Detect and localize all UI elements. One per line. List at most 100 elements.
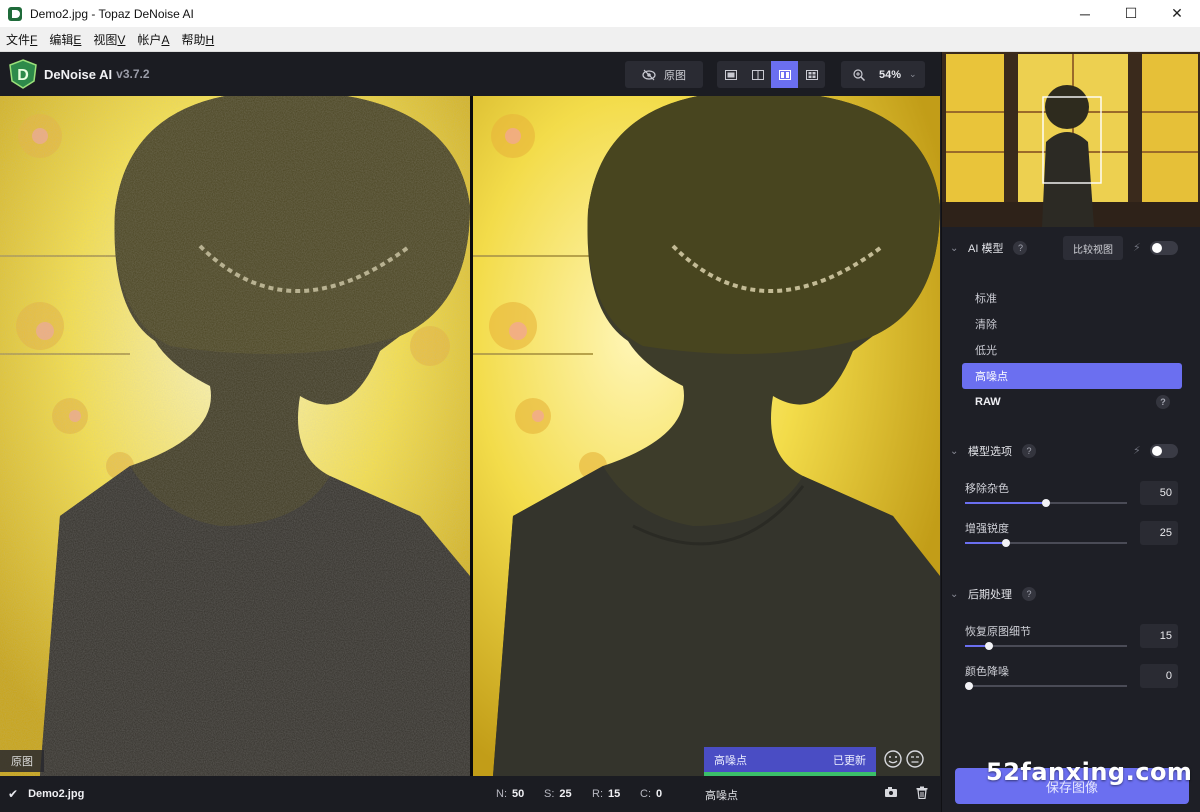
brand-version: v3.7.2: [116, 67, 150, 81]
model-item-low-light[interactable]: 低光: [962, 337, 1182, 363]
slider-fill: [965, 502, 1046, 504]
bolt-icon: ⚡: [1133, 445, 1141, 457]
recover-detail-slider[interactable]: [965, 642, 1127, 650]
status-filename: Demo2.jpg: [28, 788, 85, 800]
image-compare-area[interactable]: 原图 高噪点 已更新: [0, 96, 940, 776]
face-icons: [884, 750, 924, 768]
sharpen-slider[interactable]: [965, 539, 1127, 547]
color-noise-slider[interactable]: [965, 682, 1127, 690]
color-noise-label: 颜色降噪: [965, 666, 1009, 678]
camera-icon[interactable]: [884, 786, 898, 798]
ai-model-header[interactable]: ⌄ AI 模型 ? 比较视图 ⚡: [942, 236, 1200, 260]
zoom-value: 54%: [879, 68, 902, 81]
close-button[interactable]: ✕: [1154, 0, 1200, 27]
post-processing-header[interactable]: ⌄ 后期处理 ?: [942, 582, 1200, 606]
original-pane-label: 原图: [0, 750, 44, 772]
maximize-button[interactable]: ☐: [1108, 0, 1154, 27]
view-grid-button[interactable]: [798, 61, 825, 88]
view-side-by-side-button[interactable]: [771, 61, 798, 88]
stat-color: C: 0: [640, 788, 663, 800]
ai-model-help-icon[interactable]: ?: [1013, 241, 1028, 255]
show-original-label: 原图: [664, 69, 686, 82]
face-happy-icon[interactable]: [884, 750, 902, 768]
model-item-clear[interactable]: 清除: [962, 311, 1182, 337]
model-status-name: 高噪点: [714, 754, 747, 767]
chevron-down-icon[interactable]: ⌄: [950, 243, 962, 254]
post-processing-title: 后期处理: [968, 589, 1012, 601]
zoom-control[interactable]: 54% ⌄: [841, 61, 925, 88]
model-options-title: 模型选项: [968, 446, 1012, 458]
sharpen-label: 增强锐度: [965, 523, 1009, 535]
slider-fill: [965, 542, 1006, 544]
color-noise-value[interactable]: 0: [1140, 664, 1178, 688]
settings-panel: ⌄ AI 模型 ? 比较视图 ⚡ 标准 清除 低光 高噪点 RAW ? ⌄ 模型…: [941, 52, 1200, 812]
toggle-knob: [1152, 243, 1162, 253]
denoise-logo-icon: D: [9, 59, 37, 89]
menu-view[interactable]: 视图V: [87, 31, 131, 48]
status-bar: ✔ Demo2.jpg N: 50 S: 25 R: 15 C: 0 高噪点: [0, 776, 940, 812]
original-image-pane[interactable]: [0, 96, 470, 776]
ai-model-toggle[interactable]: [1150, 241, 1178, 255]
post-processing-help-icon[interactable]: ?: [1022, 587, 1036, 601]
compare-view-button[interactable]: 比较视图: [1063, 236, 1123, 260]
view-single-button[interactable]: [717, 61, 744, 88]
remove-noise-slider[interactable]: [965, 499, 1127, 507]
model-status-banner: 高噪点 已更新: [704, 747, 876, 772]
minimize-button[interactable]: ─: [1062, 0, 1108, 27]
raw-help-icon[interactable]: ?: [1156, 395, 1170, 409]
model-options-header[interactable]: ⌄ 模型选项 ? ⚡: [942, 439, 1200, 463]
bolt-icon: ⚡: [1133, 242, 1141, 254]
app-icon: [8, 6, 22, 21]
brand: D DeNoise AI v3.7.2: [8, 59, 150, 89]
toggle-knob: [1152, 446, 1162, 456]
face-neutral-icon[interactable]: [906, 750, 924, 768]
chevron-down-icon[interactable]: ⌄: [950, 446, 962, 457]
grid-view-icon: [805, 69, 818, 80]
watermark-text: 52fanxing.com: [986, 758, 1193, 786]
trash-icon[interactable]: [916, 786, 928, 799]
menu-bar: 文件F 编辑E 视图V 帐户A 帮助H: [0, 27, 1200, 52]
eye-off-icon: [642, 69, 656, 80]
slider-thumb[interactable]: [965, 682, 973, 690]
slider-thumb[interactable]: [1042, 499, 1050, 507]
slider-thumb[interactable]: [985, 642, 993, 650]
processed-photo: [473, 96, 940, 776]
menu-file[interactable]: 文件F: [0, 31, 43, 48]
side-by-side-icon: [778, 69, 791, 80]
menu-account[interactable]: 帐户A: [131, 31, 175, 48]
stat-noise: N: 50: [496, 788, 525, 800]
menu-edit[interactable]: 编辑E: [43, 31, 87, 48]
title-bar: Demo2.jpg - Topaz DeNoise AI ─ ☐ ✕: [0, 0, 1200, 27]
model-status-state: 已更新: [833, 754, 866, 767]
original-photo: [0, 96, 470, 776]
stat-recover: R: 15: [592, 788, 621, 800]
view-split-button[interactable]: [744, 61, 771, 88]
sharpen-value[interactable]: 25: [1140, 521, 1178, 545]
processed-image-pane[interactable]: [473, 96, 940, 776]
model-options-help-icon[interactable]: ?: [1022, 444, 1036, 458]
toolbar: D DeNoise AI v3.7.2 原图 54% ⌄: [0, 52, 940, 96]
chevron-down-icon[interactable]: ⌄: [950, 589, 962, 600]
model-item-severe-noise[interactable]: 高噪点: [962, 363, 1182, 389]
window-title: Demo2.jpg - Topaz DeNoise AI: [30, 6, 194, 21]
model-item-raw[interactable]: RAW ?: [962, 389, 1182, 415]
stat-sharpen: S: 25: [544, 788, 572, 800]
recover-detail-value[interactable]: 15: [1140, 624, 1178, 648]
remove-noise-label: 移除杂色: [965, 483, 1009, 495]
view-mode-group: [717, 61, 825, 88]
show-original-button[interactable]: 原图: [625, 61, 703, 88]
navigator-preview: [942, 52, 1200, 227]
model-item-standard[interactable]: 标准: [962, 285, 1182, 311]
zoom-in-icon: [853, 68, 865, 81]
menu-help[interactable]: 帮助H: [175, 31, 220, 48]
split-view-icon: [751, 69, 764, 80]
ai-model-title: AI 模型: [968, 243, 1004, 255]
single-view-icon: [724, 69, 737, 80]
check-icon[interactable]: ✔: [8, 787, 18, 801]
remove-noise-value[interactable]: 50: [1140, 481, 1178, 505]
chevron-down-icon: ⌄: [909, 69, 917, 79]
recover-detail-label: 恢复原图细节: [965, 626, 1031, 638]
model-options-toggle[interactable]: [1150, 444, 1178, 458]
slider-thumb[interactable]: [1002, 539, 1010, 547]
navigator-thumbnail[interactable]: [942, 52, 1200, 227]
